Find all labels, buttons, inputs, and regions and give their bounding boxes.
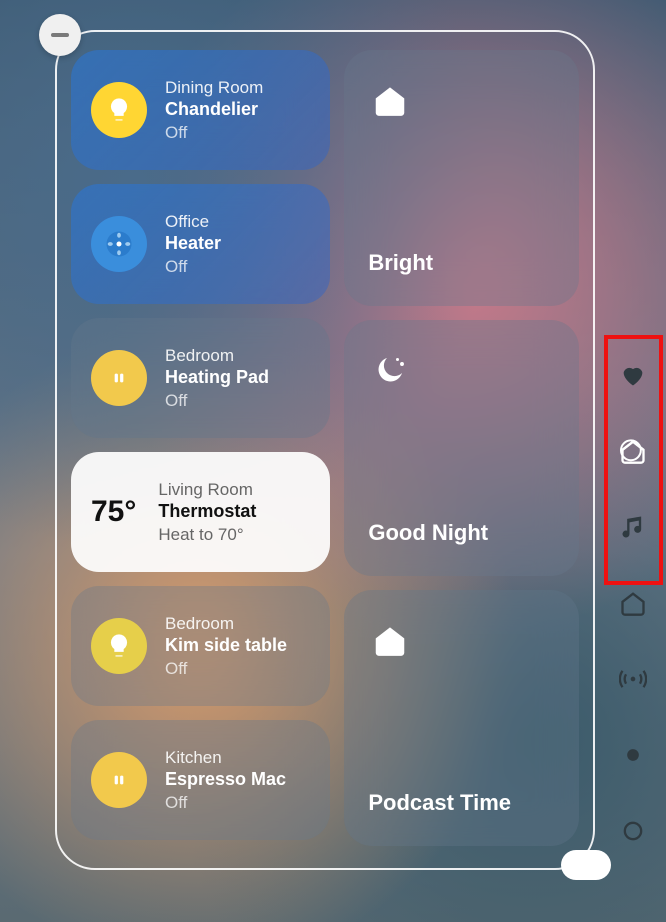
- tile-text: Bedroom Heating Pad Off: [165, 345, 269, 412]
- tile-name: Espresso Mac: [165, 768, 286, 791]
- tile-room: Office: [165, 211, 221, 233]
- sidebar-ring[interactable]: [618, 816, 648, 846]
- tile-text: Dining Room Chandelier Off: [165, 77, 263, 144]
- scene-label: Podcast Time: [368, 790, 511, 816]
- tile-room: Bedroom: [165, 345, 269, 367]
- tile-status: Off: [165, 792, 286, 814]
- thermostat-temp: 75°: [91, 495, 136, 529]
- tile-side-table[interactable]: Bedroom Kim side table Off: [71, 586, 330, 706]
- tile-heating-pad[interactable]: Bedroom Heating Pad Off: [71, 318, 330, 438]
- home-icon: [368, 78, 412, 122]
- tile-heater[interactable]: Office Heater Off: [71, 184, 330, 304]
- tile-room: Living Room: [158, 479, 256, 501]
- tile-text: Living Room Thermostat Heat to 70°: [158, 479, 256, 546]
- dot-icon: [619, 741, 647, 769]
- scene-label: Bright: [368, 250, 433, 276]
- sidebar-dot[interactable]: [618, 740, 648, 770]
- tile-status: Off: [165, 658, 287, 680]
- heart-icon: [619, 361, 647, 389]
- home-icon: [368, 618, 412, 662]
- sidebar-broadcast[interactable]: [618, 664, 648, 694]
- home-icon: [619, 437, 647, 465]
- tile-name: Heating Pad: [165, 366, 269, 389]
- tile-text: Kitchen Espresso Mac Off: [165, 747, 286, 814]
- tile-text: Office Heater Off: [165, 211, 221, 278]
- sidebar-home-2[interactable]: [618, 588, 648, 618]
- bulb-icon: [91, 82, 147, 138]
- home-control-panel: Dining Room Chandelier Off Office Heater…: [55, 30, 595, 870]
- scene-podcast-time[interactable]: Podcast Time: [344, 590, 579, 846]
- sidebar-home-active[interactable]: [618, 436, 648, 466]
- right-sidebar: [600, 0, 666, 922]
- tile-room: Bedroom: [165, 613, 287, 635]
- fan-icon: [91, 216, 147, 272]
- tile-espresso[interactable]: Kitchen Espresso Mac Off: [71, 720, 330, 840]
- tile-name: Kim side table: [165, 634, 287, 657]
- home-outline-icon: [619, 589, 647, 617]
- music-icon: [619, 513, 647, 541]
- ring-icon: [619, 817, 647, 845]
- tile-status: Heat to 70°: [158, 524, 256, 546]
- tile-status: Off: [165, 390, 269, 412]
- outlet-icon: [91, 752, 147, 808]
- minus-icon: [51, 33, 69, 37]
- tile-name: Thermostat: [158, 500, 256, 523]
- broadcast-icon: [619, 665, 647, 693]
- tile-room: Dining Room: [165, 77, 263, 99]
- tile-text: Bedroom Kim side table Off: [165, 613, 287, 680]
- scene-label: Good Night: [368, 520, 488, 546]
- minimize-button[interactable]: [39, 14, 81, 56]
- tile-status: Off: [165, 256, 221, 278]
- tile-thermostat[interactable]: 75° Living Room Thermostat Heat to 70°: [71, 452, 330, 572]
- bulb-icon: [91, 618, 147, 674]
- outlet-icon: [91, 350, 147, 406]
- scene-bright[interactable]: Bright: [344, 50, 579, 306]
- tile-name: Heater: [165, 232, 221, 255]
- tile-chandelier[interactable]: Dining Room Chandelier Off: [71, 50, 330, 170]
- tile-status: Off: [165, 122, 263, 144]
- panel-resize-handle[interactable]: [561, 850, 611, 880]
- moon-icon: [368, 348, 412, 392]
- sidebar-favorites[interactable]: [618, 360, 648, 390]
- scene-column: Bright Good Night Podcast Time: [344, 50, 579, 850]
- accessory-column: Dining Room Chandelier Off Office Heater…: [71, 50, 330, 850]
- sidebar-music[interactable]: [618, 512, 648, 542]
- tile-name: Chandelier: [165, 98, 263, 121]
- tile-room: Kitchen: [165, 747, 286, 769]
- scene-good-night[interactable]: Good Night: [344, 320, 579, 576]
